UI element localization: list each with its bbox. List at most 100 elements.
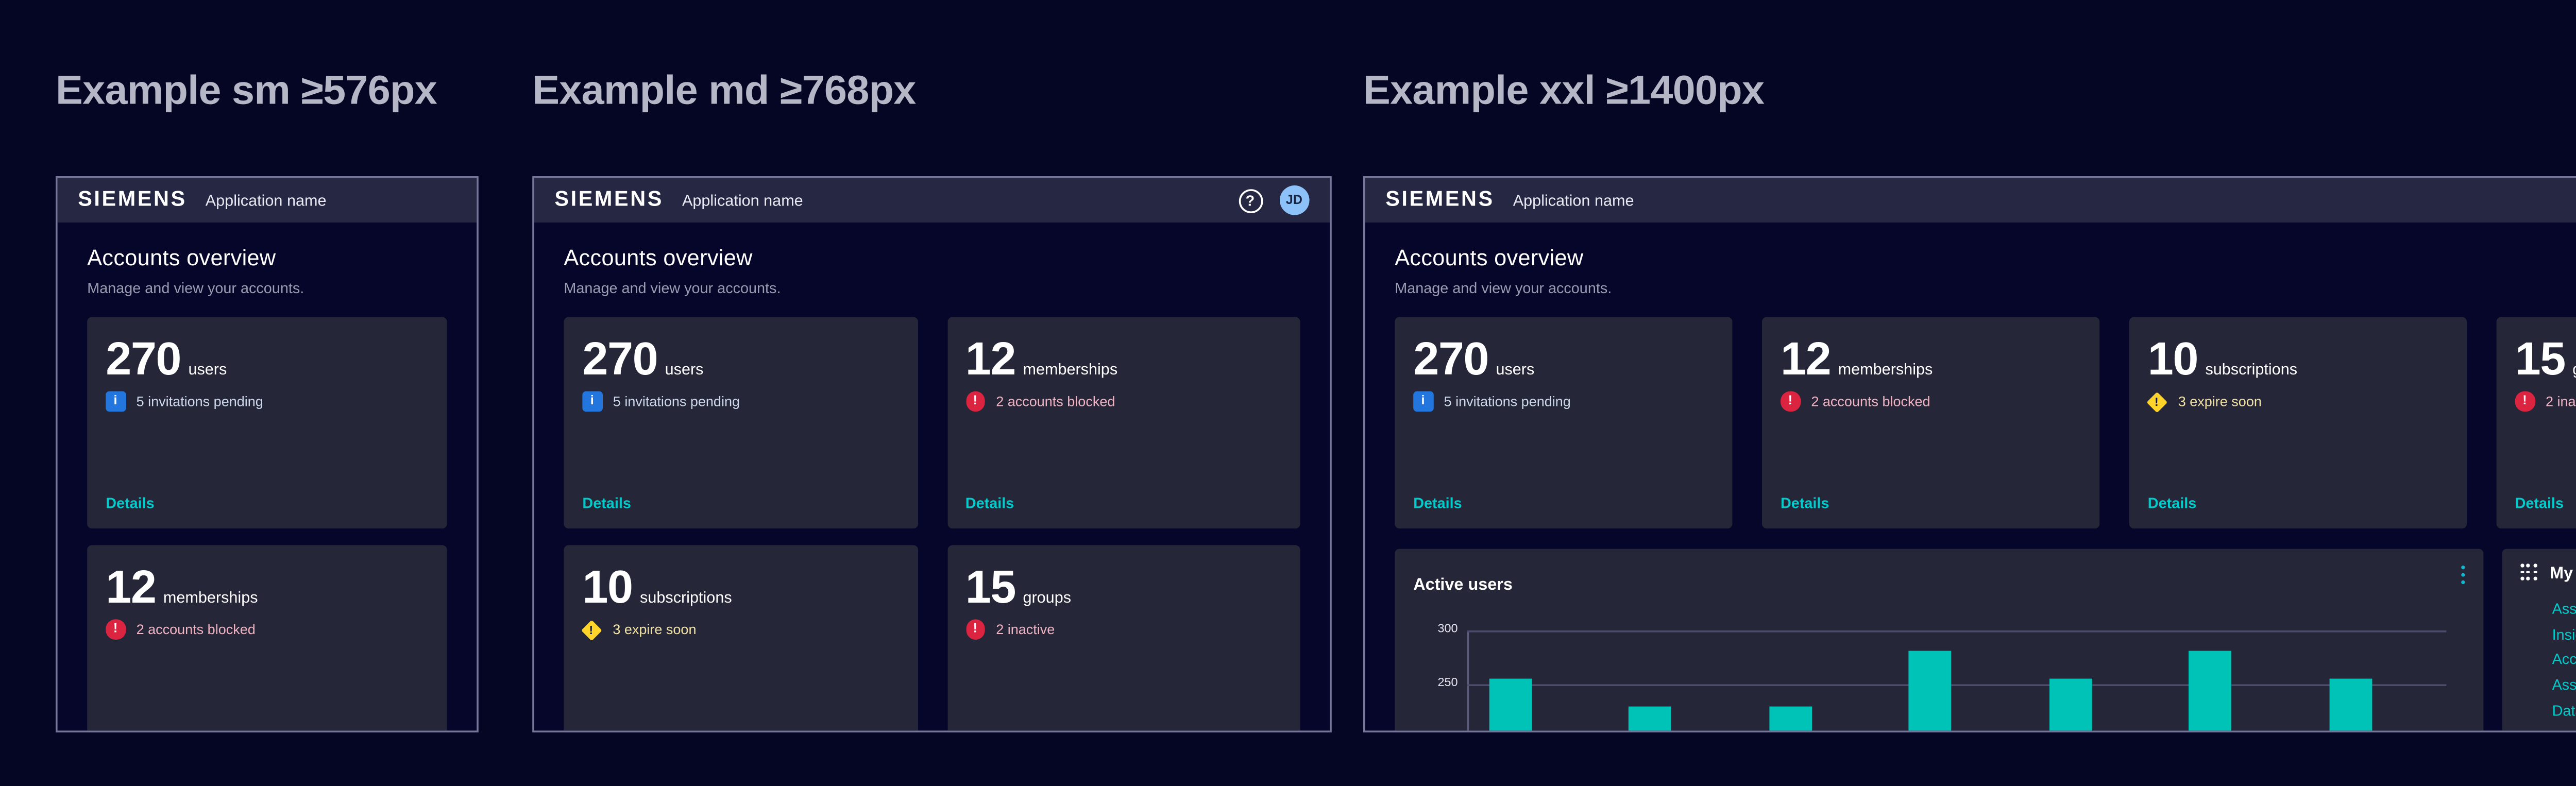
error-icon: ! bbox=[2515, 392, 2535, 412]
stat-unit: memberships bbox=[163, 587, 258, 605]
icon-glyph: i bbox=[114, 395, 117, 408]
feedback-row: ! 3 expire soon bbox=[2148, 390, 2448, 413]
stat-card-users: 270 users i 5 invitations pending Detail… bbox=[87, 316, 447, 527]
example-frame-xxl: SIEMENS Application name ? JD Accounts o… bbox=[1363, 176, 2576, 732]
my-apps-link-insights[interactable]: Insights› bbox=[2552, 622, 2576, 647]
stat: 270 users bbox=[106, 340, 428, 380]
icon-glyph: i bbox=[590, 395, 594, 408]
stat-value: 270 bbox=[582, 340, 657, 380]
icon-glyph: ! bbox=[973, 395, 977, 408]
stat-value: 12 bbox=[1781, 340, 1831, 380]
active-users-chart-panel: Active users 300250 bbox=[1395, 548, 2483, 732]
bar-5 bbox=[2048, 679, 2091, 732]
bar-3 bbox=[1769, 707, 1811, 732]
feedback-text: 2 accounts blocked bbox=[137, 621, 256, 638]
feedback-row: ! 2 accounts blocked bbox=[106, 619, 428, 641]
stat-unit: users bbox=[188, 359, 227, 378]
stat-value: 270 bbox=[1413, 340, 1488, 380]
details-link[interactable]: Details bbox=[582, 494, 631, 510]
y-axis-line bbox=[1467, 629, 1469, 732]
stat: 270 users bbox=[1413, 340, 1714, 380]
chart-header: Active users bbox=[1413, 565, 1513, 598]
stat-unit: memberships bbox=[1023, 359, 1117, 378]
example-frame-sm: SIEMENS Application name Accounts overvi… bbox=[56, 176, 479, 732]
feedback-text: 2 inactive bbox=[996, 621, 1055, 638]
feedback-row: ! 2 inactive bbox=[965, 619, 1282, 641]
stat-unit: users bbox=[1496, 359, 1534, 378]
icon-glyph: ! bbox=[590, 623, 594, 636]
siemens-logo: SIEMENS bbox=[1385, 189, 1495, 211]
error-icon: ! bbox=[965, 620, 985, 639]
stat-unit: memberships bbox=[1838, 359, 1933, 378]
icon-glyph: ! bbox=[1788, 395, 1792, 408]
stat-card-users: 270 users i 5 invitations pending Detail… bbox=[1395, 316, 1732, 527]
my-apps-list: Assets flow›Insights›Access key›Assets A… bbox=[2552, 597, 2576, 723]
help-icon[interactable]: ? bbox=[1238, 188, 1262, 212]
icon-glyph: ! bbox=[2522, 395, 2527, 408]
bar-chart: 300250 bbox=[1467, 629, 2447, 732]
stat-unit: subscriptions bbox=[640, 587, 732, 605]
details-link[interactable]: Details bbox=[965, 494, 1014, 510]
my-apps-link-assets-app[interactable]: Assets App› bbox=[2552, 673, 2576, 698]
icon-glyph: i bbox=[1421, 395, 1425, 408]
stat-unit: users bbox=[665, 359, 704, 378]
stat-cards-grid: 270 users i 5 invitations pending Detail… bbox=[564, 316, 1300, 732]
details-link[interactable]: Details bbox=[106, 494, 154, 510]
info-icon: i bbox=[1413, 392, 1433, 412]
icon-glyph: ! bbox=[2156, 395, 2160, 408]
stat: 10 subscriptions bbox=[2148, 340, 2448, 380]
example-frame-md: SIEMENS Application name ? JD Accounts o… bbox=[532, 176, 1332, 732]
my-apps-link-data-app[interactable]: Data App› bbox=[2552, 698, 2576, 723]
stat: 270 users bbox=[582, 340, 899, 380]
stat-value: 12 bbox=[965, 340, 1015, 380]
stat-value: 10 bbox=[2148, 340, 2198, 380]
page-subtitle: Manage and view your accounts. bbox=[564, 279, 1300, 296]
details-link[interactable]: Details bbox=[2148, 494, 2196, 510]
feedback-text: 2 inactive bbox=[2546, 393, 2576, 409]
stat-value: 10 bbox=[582, 568, 632, 607]
app-name: Application name bbox=[1513, 191, 1634, 210]
app-link-label: Assets App bbox=[2552, 677, 2576, 693]
bar-2 bbox=[1629, 707, 1671, 732]
stat: 12 memberships bbox=[106, 568, 428, 607]
page-content: Accounts overview Manage and view your a… bbox=[534, 223, 1330, 732]
stat: 15 groups bbox=[2515, 340, 2576, 380]
dashboard-bottom-row: Active users 300250 My apps Assets flow›… bbox=[1395, 548, 2576, 732]
feedback-text: 3 expire soon bbox=[2178, 393, 2262, 409]
stat-card-memberships: 12 memberships ! 2 accounts blocked Deta… bbox=[947, 316, 1300, 527]
details-link[interactable]: Details bbox=[1781, 494, 1829, 510]
feedback-row: ! 2 inactive bbox=[2515, 390, 2576, 413]
chart-title: Active users bbox=[1413, 574, 1513, 592]
app-name: Application name bbox=[206, 191, 327, 210]
breakpoint-title-md: Example md ≥768px bbox=[532, 67, 916, 115]
app-name: Application name bbox=[682, 191, 803, 210]
info-icon: i bbox=[106, 392, 125, 412]
app-link-label: Insights bbox=[2552, 626, 2576, 643]
feedback-text: 3 expire soon bbox=[613, 621, 696, 638]
stat: 15 groups bbox=[965, 568, 1282, 607]
app-link-label: Data App bbox=[2552, 702, 2576, 719]
bar-4 bbox=[1908, 652, 1951, 732]
feedback-row: i 5 invitations pending bbox=[1413, 390, 1714, 413]
details-link[interactable]: Details bbox=[1413, 494, 1462, 510]
page-content: Accounts overview Manage and view your a… bbox=[1365, 223, 2576, 732]
my-apps-link-access-key[interactable]: Access key› bbox=[2552, 647, 2576, 673]
my-apps-header: My apps bbox=[2520, 563, 2576, 582]
error-icon: ! bbox=[965, 392, 985, 412]
feedback-row: i 5 invitations pending bbox=[106, 390, 428, 413]
app-link-label: Access key bbox=[2552, 652, 2576, 668]
warning-icon: ! bbox=[2147, 391, 2168, 412]
app-header: SIEMENS Application name ? JD bbox=[1365, 178, 2576, 223]
my-apps-link-assets-flow[interactable]: Assets flow› bbox=[2552, 597, 2576, 622]
my-apps-panel: My apps Assets flow›Insights›Access key›… bbox=[2502, 548, 2576, 732]
siemens-logo: SIEMENS bbox=[554, 189, 664, 211]
details-link[interactable]: Details bbox=[2515, 494, 2564, 510]
feedback-row: ! 2 accounts blocked bbox=[1781, 390, 2081, 413]
stat-cards-grid: 270 users i 5 invitations pending Detail… bbox=[1395, 316, 2576, 527]
kebab-menu-icon[interactable] bbox=[2459, 563, 2467, 587]
siemens-logo: SIEMENS bbox=[78, 189, 187, 211]
avatar[interactable]: JD bbox=[1279, 185, 1309, 215]
apps-grid-icon bbox=[2520, 564, 2537, 580]
error-icon: ! bbox=[106, 620, 125, 639]
stat-unit: groups bbox=[2572, 359, 2576, 378]
